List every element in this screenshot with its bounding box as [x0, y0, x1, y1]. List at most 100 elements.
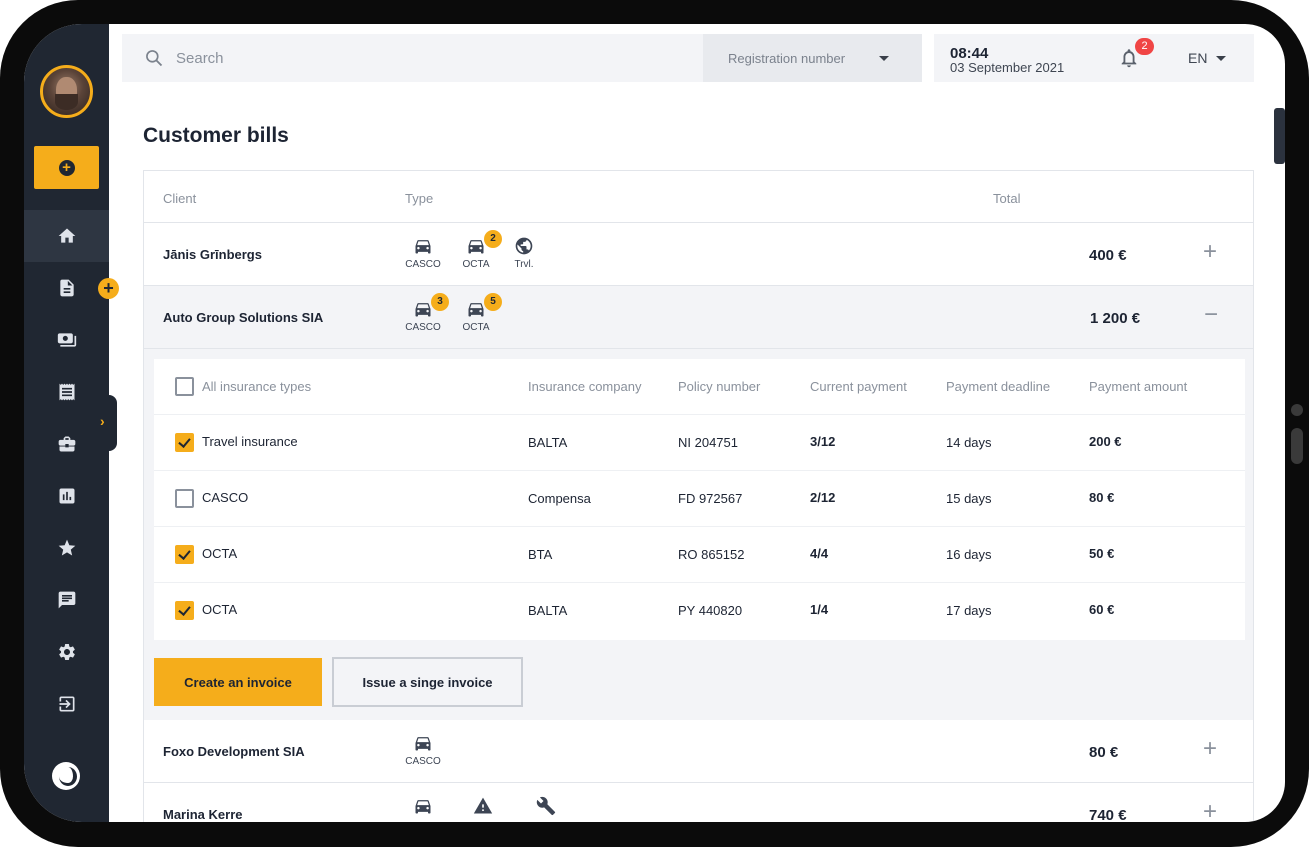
column-total: Total	[993, 191, 1021, 206]
chat-icon	[58, 591, 75, 609]
type-count-badge: 3	[431, 293, 449, 311]
type-car	[403, 796, 443, 816]
type-count-badge: 5	[484, 293, 502, 311]
clock-date: 03 September 2021	[950, 60, 1065, 75]
notification-badge: 2	[1135, 38, 1154, 55]
sidebar-item-receipts[interactable]	[24, 366, 109, 418]
car-icon	[415, 303, 431, 317]
app-screen: + + › Search Registration number 08:44 0…	[24, 24, 1285, 822]
tools-icon	[536, 796, 556, 816]
page-title: Customer bills	[143, 124, 289, 147]
chevron-down-icon	[879, 56, 889, 61]
type-count-badge: 2	[484, 230, 502, 248]
issue-single-invoice-button[interactable]: Issue a singe invoice	[332, 657, 523, 707]
expand-button[interactable]: +	[1203, 737, 1217, 761]
sidebar-item-messages[interactable]	[24, 574, 109, 626]
sidebar-item-portfolio[interactable]	[24, 418, 109, 470]
chart-icon	[59, 488, 74, 504]
client-name: Foxo Development SIA	[163, 744, 305, 759]
table-row[interactable]: Foxo Development SIA CASCO 80 € +	[144, 720, 1253, 783]
star-icon	[58, 539, 75, 556]
sidebar-item-favorites[interactable]	[24, 522, 109, 574]
type-casco: CASCO	[403, 733, 443, 767]
row-total: 400 €	[1089, 247, 1127, 264]
type-travel: Trvl.	[504, 236, 544, 270]
type-octa: OCTA 5	[456, 293, 502, 333]
create-invoice-button[interactable]: Create an invoice	[154, 658, 322, 706]
table-header: Client Type Total	[144, 171, 1253, 223]
sidebar-item-settings[interactable]	[24, 626, 109, 678]
table-row[interactable]: Marina Kerre 740 € +	[144, 783, 1253, 822]
collapse-button[interactable]: −	[1204, 303, 1218, 327]
policy-table-header: All insurance types Insurance company Po…	[154, 359, 1245, 415]
policy-row: CASCO Compensa FD 972567 2/12 15 days 80…	[154, 471, 1245, 527]
plus-icon: +	[58, 159, 75, 176]
info-bar: 08:44 03 September 2021 2 EN	[934, 34, 1254, 82]
expand-button[interactable]: +	[1203, 800, 1217, 823]
bills-table: Client Type Total Jānis Grīnbergs CASCO …	[143, 170, 1254, 822]
sidebar-item-home[interactable]	[24, 210, 109, 262]
car-icon	[415, 737, 431, 751]
sidebar-item-payments[interactable]	[24, 314, 109, 366]
logout-icon	[59, 696, 74, 712]
device-button	[1291, 404, 1303, 416]
policy-checkbox[interactable]	[175, 489, 194, 508]
type-casco: CASCO 3	[403, 293, 449, 333]
expanded-details: All insurance types Insurance company Po…	[144, 349, 1253, 720]
scrollbar[interactable]	[1274, 108, 1285, 164]
policy-checkbox[interactable]	[175, 433, 194, 452]
brand-logo	[52, 762, 80, 790]
device-button	[1291, 428, 1303, 464]
document-icon	[59, 279, 74, 297]
search-icon	[146, 50, 163, 67]
warning-icon	[473, 797, 493, 814]
registration-select-label: Registration number	[728, 50, 846, 66]
chevron-right-icon: ›	[100, 413, 105, 429]
home-icon	[58, 228, 75, 243]
receipt-icon	[59, 383, 74, 401]
sidebar-item-reports[interactable]	[24, 470, 109, 522]
car-icon	[415, 240, 431, 254]
type-casco: CASCO	[403, 236, 443, 270]
row-total: 80 €	[1089, 744, 1119, 761]
sidebar: +	[24, 24, 109, 822]
policy-checkbox[interactable]	[175, 545, 194, 564]
type-octa: OCTA 2	[456, 230, 502, 270]
globe-icon	[515, 237, 533, 255]
policy-row: Travel insurance BALTA NI 204751 3/12 14…	[154, 415, 1245, 471]
select-all-checkbox[interactable]	[175, 377, 194, 396]
type-warning	[463, 796, 503, 816]
table-row[interactable]: Jānis Grīnbergs CASCO OCTA 2 Trvl. 400 €…	[144, 223, 1253, 286]
payments-icon	[57, 333, 76, 347]
client-name: Marina Kerre	[163, 807, 243, 822]
add-new-button[interactable]: +	[34, 146, 99, 189]
briefcase-icon	[58, 436, 75, 452]
search-input[interactable]	[176, 49, 656, 67]
policy-row: OCTA BALTA PY 440820 1/4 17 days 60 €	[154, 583, 1245, 639]
expand-button[interactable]: +	[1203, 240, 1217, 264]
policy-row: OCTA BTA RO 865152 4/4 16 days 50 €	[154, 527, 1245, 583]
client-name: Auto Group Solutions SIA	[163, 310, 324, 325]
type-tools	[526, 796, 566, 816]
column-client: Client	[163, 191, 197, 206]
language-select[interactable]: EN	[1188, 50, 1207, 66]
search-bar	[122, 34, 703, 82]
car-icon	[468, 303, 484, 317]
chevron-down-icon	[1216, 56, 1226, 61]
sidebar-item-logout[interactable]	[24, 678, 109, 730]
client-name: Jānis Grīnbergs	[163, 247, 262, 262]
avatar[interactable]	[40, 65, 93, 118]
car-icon	[468, 240, 484, 254]
add-document-icon[interactable]: +	[98, 278, 119, 299]
sidebar-item-documents[interactable]	[24, 262, 109, 314]
registration-select[interactable]: Registration number	[703, 34, 922, 82]
row-total: 1 200 €	[1090, 310, 1141, 327]
column-type: Type	[405, 191, 434, 206]
row-total: 740 €	[1089, 807, 1127, 822]
policy-checkbox[interactable]	[175, 601, 194, 620]
sidebar-toggle[interactable]: ›	[100, 395, 117, 451]
table-row-expanded[interactable]: Auto Group Solutions SIA CASCO 3 OCTA 5 …	[144, 286, 1253, 349]
policy-table: All insurance types Insurance company Po…	[154, 359, 1245, 640]
car-icon	[415, 800, 431, 814]
settings-icon	[58, 644, 75, 660]
